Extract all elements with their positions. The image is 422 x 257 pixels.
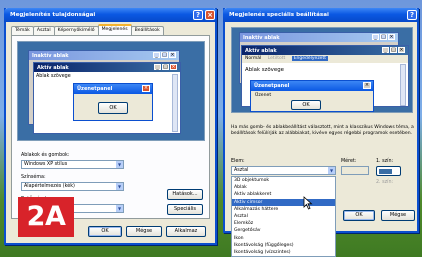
list-item[interactable]: Gergetősáv	[232, 227, 335, 234]
list-item[interactable]: Ikontávolság (vízszintes)	[232, 249, 335, 256]
window-title: Megjelenítés tulajdonságai	[10, 12, 96, 18]
mouse-cursor-icon	[303, 196, 313, 210]
ok-button[interactable]: OK	[88, 226, 122, 237]
preview-scrollbar	[172, 74, 178, 132]
preview-area: Inaktív ablak _ □ × Aktív ablak _ □ × No…	[231, 27, 413, 113]
list-item[interactable]: Alkalmazás háttere	[232, 206, 335, 213]
tab-appearance[interactable]: Megjelenés	[97, 24, 132, 35]
message-close-icon: ×	[142, 85, 150, 92]
preview-scrollbar	[400, 64, 406, 106]
chevron-down-icon: ▼	[327, 167, 335, 174]
tab-desktop[interactable]: Asztal	[32, 26, 55, 35]
advanced-button[interactable]: Speciális	[167, 204, 203, 215]
description-text: Ha más gomb- és ablakbeállítást választo…	[231, 125, 414, 136]
menu-disabled: Letiltott	[267, 56, 286, 61]
item-select-value: Asztal	[234, 168, 249, 173]
figure-badge: 2A	[18, 197, 74, 237]
cancel-button[interactable]: Mégse	[126, 226, 162, 237]
windows-buttons-select[interactable]: Windows XP stílus ▼	[21, 160, 124, 169]
item-label: Elem:	[231, 159, 245, 164]
list-item[interactable]: Asztal	[232, 213, 335, 220]
title-bar[interactable]: Megjelenítés tulajdonságai ? ×	[4, 8, 217, 22]
apply-button[interactable]: Alkalmaz	[166, 226, 206, 237]
preview-menu-bar: Normál Letiltott Engedélyezett	[242, 55, 408, 63]
chevron-down-icon: ▼	[115, 183, 123, 190]
list-item[interactable]: Aktív címsor	[232, 198, 335, 206]
item-select[interactable]: Asztal ▼	[231, 166, 336, 175]
tab-screensaver[interactable]: Képernyőkímélő	[53, 26, 99, 35]
title-bar[interactable]: Megjelenés speciális beállításai ?	[223, 8, 419, 22]
list-item[interactable]: Aktív ablakkeret	[232, 191, 335, 198]
menu-normal: Normál	[245, 56, 262, 61]
close-icon: ×	[170, 64, 177, 70]
list-item[interactable]: Ikontávolság (függőleges)	[232, 242, 335, 249]
list-item[interactable]: Elemköz	[232, 220, 335, 227]
maximize-icon: □	[380, 34, 387, 40]
chevron-down-icon: ▼	[115, 205, 123, 212]
preview-message-box: Üzenetpanel × Üzenet OK	[250, 80, 374, 112]
message-close-icon: ×	[363, 82, 371, 89]
advanced-appearance-window: Megjelenés speciális beállításai ? Inakt…	[223, 8, 419, 257]
effects-button[interactable]: Hatások...	[167, 189, 203, 200]
close-icon: ×	[388, 34, 395, 40]
tab-settings[interactable]: Beállítások	[130, 26, 164, 35]
help-button[interactable]: ?	[407, 10, 417, 20]
list-item[interactable]: Ikon	[232, 235, 335, 242]
preview-area: Inaktív ablak _ □ × Aktív ablak _ □ × Ab…	[17, 41, 205, 141]
preview-window-text: Ablak szövege	[36, 74, 71, 79]
chevron-down-icon: ▼	[115, 161, 123, 168]
color-scheme-label: Színséma:	[21, 175, 46, 180]
tab-strip: Témák Asztal Képernyőkímélő Megjelenés B…	[11, 24, 164, 35]
color-scheme-value: Alapértelmezés (kék)	[24, 184, 75, 189]
list-item[interactable]: 3D objektumok	[232, 177, 335, 184]
message-title: Üzenetpanel	[77, 86, 113, 92]
color2-label: 2. szín:	[376, 180, 394, 185]
ok-button[interactable]: OK	[343, 210, 375, 221]
size-label: Méret:	[341, 159, 357, 164]
window-title: Megjelenés speciális beállításai	[229, 12, 329, 18]
color-scheme-select[interactable]: Alapértelmezés (kék) ▼	[21, 182, 124, 191]
appearance-panel: Inaktív ablak _ □ × Aktív ablak _ □ × Ab…	[11, 35, 210, 219]
maximize-icon: □	[390, 47, 397, 53]
minimize-icon: _	[153, 52, 160, 58]
minimize-icon: _	[154, 64, 161, 70]
preview-ok-button: OK	[98, 102, 128, 114]
cancel-button[interactable]: Mégse	[381, 210, 415, 221]
maximize-icon: □	[161, 52, 168, 58]
color1-picker[interactable]	[376, 166, 401, 176]
maximize-icon: □	[162, 64, 169, 70]
minimize-icon: _	[382, 47, 389, 53]
color1-swatch	[379, 169, 392, 174]
message-title: Üzenetpanel	[254, 83, 290, 89]
preview-window-text: Ablak szövege	[245, 67, 284, 73]
item-list: 3D objektumok Ablak Aktív ablakkeret Aktív …	[232, 177, 335, 256]
close-icon: ×	[398, 47, 405, 53]
preview-message-box: Üzenetpanel × OK	[73, 83, 153, 121]
preview-ok-button: OK	[291, 100, 321, 110]
size-spinner[interactable]	[341, 166, 369, 175]
minimize-icon: _	[372, 34, 379, 40]
item-dropdown-list[interactable]: 3D objektumok Ablak Aktív ablakkeret Aktív …	[231, 176, 336, 257]
windows-buttons-value: Windows XP stílus	[24, 162, 68, 167]
close-icon: ×	[169, 52, 176, 58]
color1-label: 1. szín:	[376, 159, 394, 164]
windows-buttons-label: Ablakok és gombok:	[21, 153, 70, 158]
help-button[interactable]: ?	[193, 10, 203, 20]
list-item[interactable]: Ablak	[232, 184, 335, 191]
message-title-bar: Üzenetpanel	[251, 81, 373, 91]
close-button[interactable]: ×	[205, 10, 215, 20]
menu-selected: Engedélyezett	[291, 56, 328, 61]
message-text: Üzenet	[255, 93, 272, 98]
tab-themes[interactable]: Témák	[11, 26, 34, 35]
message-title-bar: Üzenetpanel	[74, 84, 152, 94]
